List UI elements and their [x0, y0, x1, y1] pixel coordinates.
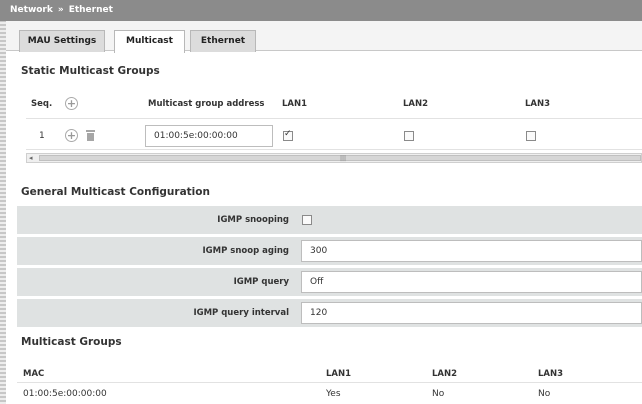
col-group-address: Multicast group address — [148, 99, 265, 109]
igmp-snooping-checkbox[interactable] — [302, 215, 312, 225]
breadcrumb-parent[interactable]: Network — [10, 5, 53, 15]
col-lan2: LAN2 — [432, 369, 458, 379]
row-lan2: No — [432, 389, 445, 399]
igmp-snooping-value — [297, 206, 642, 234]
igmp-snoop-aging-cell: 300 — [297, 237, 642, 265]
row-lan3: No — [538, 389, 551, 399]
igmp-snooping-label: IGMP snooping — [17, 206, 303, 234]
scroll-left-icon[interactable]: ◂ — [29, 154, 33, 163]
igmp-query-select[interactable]: Off — [301, 271, 642, 293]
igmp-snoop-aging-input[interactable]: 300 — [301, 240, 642, 262]
row-divider — [26, 118, 642, 119]
scroll-thumb[interactable]: ||| — [39, 155, 641, 162]
static-groups-title: Static Multicast Groups — [21, 65, 160, 77]
row-seq: 1 — [39, 131, 45, 141]
horizontal-scrollbar[interactable]: ◂ ||| — [26, 153, 642, 163]
col-lan3: LAN3 — [538, 369, 564, 379]
igmp-query-interval-input[interactable]: 120 — [301, 302, 642, 324]
tab-ethernet[interactable]: Ethernet — [190, 30, 256, 52]
col-lan3: LAN3 — [525, 99, 551, 109]
igmp-query-interval-label: IGMP query interval — [17, 299, 303, 327]
breadcrumb-separator: » — [57, 5, 64, 15]
window-edge — [0, 0, 6, 404]
tab-multicast-label: Multicast — [126, 36, 173, 46]
breadcrumb-current: Ethernet — [68, 5, 113, 15]
add-group-row-icon[interactable]: + — [65, 129, 78, 142]
group-address-input[interactable]: 01:00:5e:00:00:00 — [145, 125, 273, 147]
row-lan1: Yes — [326, 389, 341, 399]
tab-mau-settings-label: MAU Settings — [27, 36, 97, 46]
row-divider — [26, 149, 642, 150]
scroll-grip: ||| — [340, 155, 347, 162]
lan2-checkbox[interactable] — [404, 131, 414, 141]
multicast-groups-title: Multicast Groups — [21, 336, 122, 348]
lan3-checkbox[interactable] — [526, 131, 536, 141]
igmp-snoop-aging-label: IGMP snoop aging — [17, 237, 303, 265]
igmp-query-cell: Off — [297, 268, 642, 296]
add-group-top-icon[interactable]: + — [65, 97, 78, 110]
row-divider — [17, 382, 642, 383]
col-lan1: LAN1 — [326, 369, 352, 379]
col-lan2: LAN2 — [403, 99, 429, 109]
lan1-checkbox[interactable] — [283, 129, 293, 141]
general-config-title: General Multicast Configuration — [21, 186, 210, 198]
col-seq: Seq. — [31, 99, 53, 109]
igmp-query-interval-cell: 120 — [297, 299, 642, 327]
col-lan1: LAN1 — [282, 99, 308, 109]
tab-ethernet-label: Ethernet — [200, 36, 246, 46]
tab-bar: MAU Settings Multicast Ethernet — [6, 21, 642, 53]
breadcrumb: Network » Ethernet — [0, 0, 642, 21]
trash-icon[interactable] — [86, 130, 95, 141]
tab-mau-settings[interactable]: MAU Settings — [19, 30, 105, 52]
col-mac: MAC — [23, 369, 45, 379]
tab-multicast[interactable]: Multicast — [114, 30, 185, 53]
row-mac: 01:00:5e:00:00:00 — [23, 389, 107, 399]
igmp-query-label: IGMP query — [17, 268, 303, 296]
